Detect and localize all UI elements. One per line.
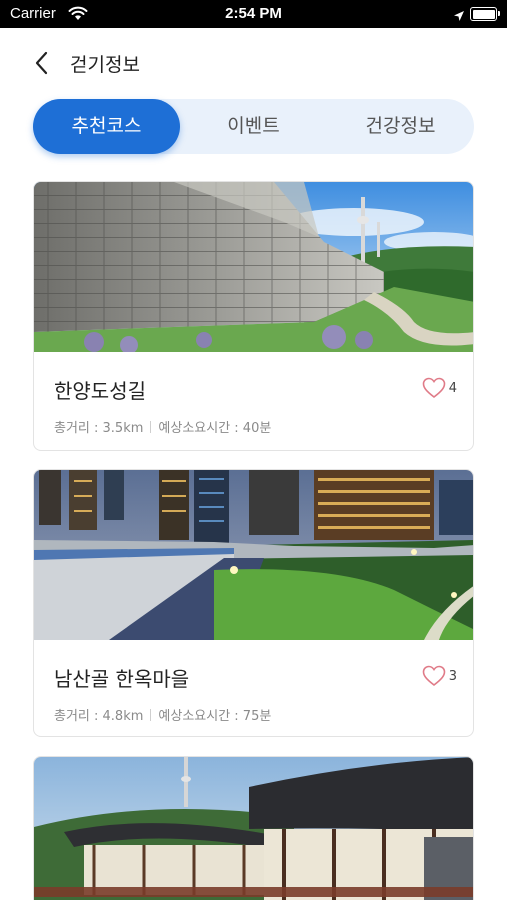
divider [150,709,152,721]
course-title: 한양도성길 [54,379,146,403]
status-bar: Carrier 2:54 PM [0,0,507,28]
heart-icon [422,665,446,687]
course-card[interactable]: 한양도성길 총거리 : 3.5km 예상소요시간 : 40분 4 [33,181,474,451]
course-card[interactable] [33,756,474,900]
like-button[interactable]: 4 [422,376,457,400]
tab-bar: 추천코스 이벤트 건강정보 [33,99,474,154]
tab-recommended-course[interactable]: 추천코스 [33,99,180,154]
heart-icon [422,377,446,399]
like-count: 3 [448,668,457,684]
back-button[interactable] [30,50,54,76]
clock: 2:54 PM [225,5,282,22]
course-distance: 총거리 : 4.8km [54,709,144,724]
like-count: 4 [448,380,457,396]
course-photo-fortress-wall [34,182,473,352]
course-meta: 총거리 : 3.5km 예상소요시간 : 40분 [54,417,271,436]
back-chevron-icon [35,51,48,75]
tab-events[interactable]: 이벤트 [180,99,327,154]
location-arrow-icon [453,7,465,26]
header: 걷기정보 [0,28,507,98]
course-card[interactable]: 남산골 한옥마을 총거리 : 4.8km 예상소요시간 : 75분 3 [33,469,474,737]
like-button[interactable]: 3 [422,664,457,688]
course-meta: 총거리 : 4.8km 예상소요시간 : 75분 [54,705,271,724]
page-title: 걷기정보 [70,54,140,76]
course-duration: 예상소요시간 : 40분 [158,421,272,436]
tab-health-info[interactable]: 건강정보 [327,99,474,154]
course-photo-night-wall [34,470,473,640]
course-distance: 총거리 : 3.5km [54,421,144,436]
course-duration: 예상소요시간 : 75분 [158,709,272,724]
battery-icon [470,7,500,21]
course-title: 남산골 한옥마을 [54,667,190,691]
course-photo-hanok-village [34,757,473,900]
divider [150,421,152,433]
